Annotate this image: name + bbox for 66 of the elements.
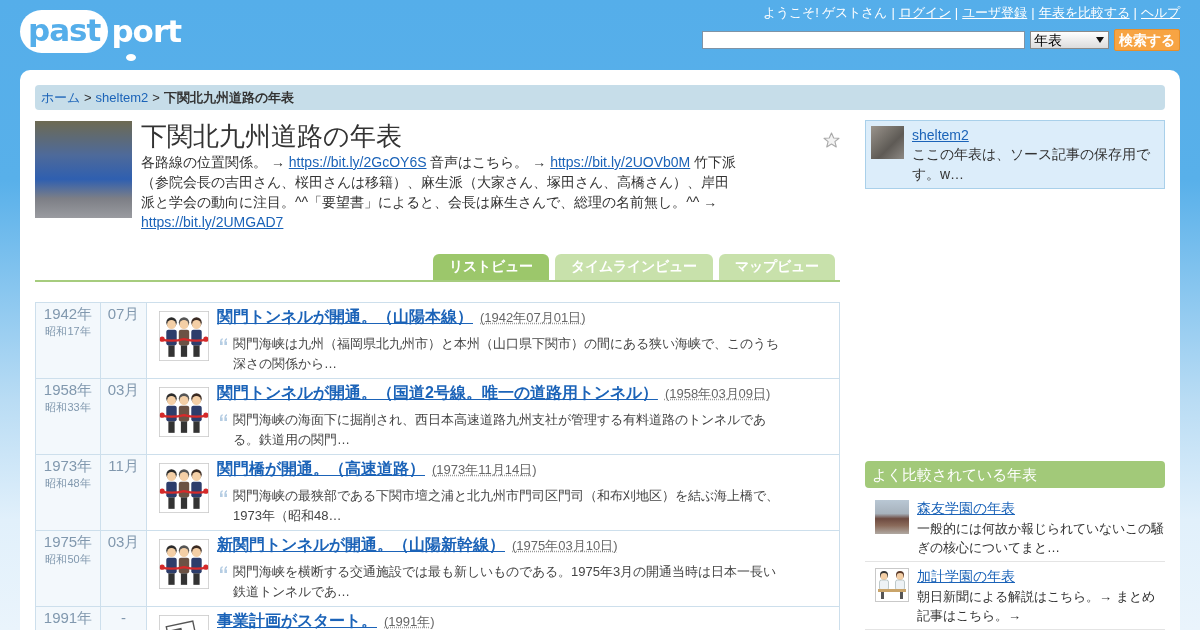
welcome-text: ようこそ! ゲストさん [763, 5, 888, 20]
event-date: (1975年03月10日) [512, 538, 618, 553]
event-excerpt: 関門海峡を横断する交通施設では最も新しいものである。1975年3月の開通当時は日本一長い鉄道トンネルであ… [233, 563, 778, 601]
section-heading: よく比較されている年表 [865, 461, 1165, 488]
quote-icon [219, 414, 228, 421]
nav-separator: | [1031, 5, 1035, 20]
event-title-link[interactable]: 新関門トンネルが開通。（山陽新幹線） [217, 536, 505, 553]
cloud-dot-icon [126, 54, 136, 61]
month-cell: 07月 [100, 302, 147, 379]
event-date: (1958年03月09日) [664, 386, 771, 401]
caret-icon [1096, 37, 1104, 43]
year-text: 1958年 [42, 381, 94, 399]
breadcrumb-link[interactable]: sheltem2 [95, 90, 149, 105]
author-link[interactable]: sheltem2 [912, 126, 969, 144]
month-cell: 03月 [100, 530, 147, 607]
compared-timeline-link[interactable]: 加計学園の年表 [917, 567, 1015, 585]
photo-placeholder [871, 126, 904, 159]
ribbon-cutting-icon [159, 463, 209, 513]
two-people-icon [875, 568, 909, 602]
breadcrumb-link[interactable]: ホーム [41, 88, 80, 107]
breadcrumb-current: 下関北九州道路の年表 [163, 88, 294, 107]
nav-separator: | [954, 5, 959, 20]
era-text: 昭和48年 [44, 476, 92, 490]
breadcrumb-separator: > [84, 90, 92, 105]
event-title-link[interactable]: 関門トンネルが開通。（国道2号線。唯一の道路用トンネル） [217, 384, 658, 401]
timeline-description: 各路線の位置関係。 → https://bit.ly/2GcOY6S 音声はこちら。 → https://bit.ly/2UOVb0M 竹下派（参院会長の吉田さん、桜田さんは移籍）、麻生派（大家さん、塚田さん、高橋さん）、岸田派と学会の動向に注目。^^「要望書」によると、会長は麻生さんで、総理の名前無し。^^ → https://bit.ly/2UMGAD7 [141, 153, 738, 232]
era-text: 昭和50年 [44, 552, 92, 566]
event-title-link[interactable]: 事業計画がスタート。 [217, 612, 377, 629]
description-link[interactable]: https://bit.ly/2UMGAD7 [141, 214, 284, 230]
era-text: 昭和17年 [44, 324, 92, 338]
author-bio: ここの年表は、ソース記事の保存用です。w… [912, 145, 1151, 184]
ribbon-cutting-icon [159, 539, 209, 589]
quote-icon [219, 566, 228, 573]
compared-timeline-link[interactable]: 森友学園の年表 [917, 499, 1015, 517]
compared-summary: 一般的には何故か報じられていないこの騒ぎの核心についてまと… [917, 520, 1165, 557]
dropdown-value: 年表 [1034, 32, 1062, 48]
era-text: 昭和33年 [44, 400, 92, 414]
year-text: 1942年 [42, 305, 94, 323]
ribbon-cutting-icon [159, 311, 209, 361]
event-title-link[interactable]: 関門橋が開通。（高速道路） [217, 460, 425, 477]
quote-icon [219, 490, 228, 497]
event-excerpt: 関門海峡の最狭部である下関市壇之浦と北九州市門司区門司（和布刈地区）を結ぶ海上橋で、1973年（昭和48… [233, 487, 780, 525]
breadcrumb-separator: > [152, 90, 160, 105]
event-title-link[interactable]: 関門トンネルが開通。（山陽本線） [217, 308, 473, 325]
year-text: 1975年 [42, 533, 94, 551]
event-date: (1991年) [384, 614, 435, 629]
ribbon-cutting-icon [159, 387, 209, 437]
event-excerpt: 関門海峡は九州（福岡県北九州市）と本州（山口県下関市）の間にある狭い海峡で、このうち深さの関係から… [233, 335, 780, 373]
nav-separator: | [891, 5, 895, 20]
search-field[interactable] [702, 31, 1025, 49]
photo-placeholder [875, 500, 909, 534]
nav-separator: | [1133, 5, 1137, 20]
compared-summary: 朝日新聞による解説はこちら。→ まとめ記事はこちら。→ [917, 588, 1156, 625]
quote-icon [219, 338, 228, 345]
timeline-title: 下関北九州道路の年表 [141, 120, 403, 152]
description-link[interactable]: https://bit.ly/2GcOY6S [288, 154, 427, 170]
event-excerpt: 関門海峡の海面下に掘削され、西日本高速道路九州支社が管理する有料道路のトンネルである。鉄道用の関門… [233, 411, 767, 449]
year-text: 1991年 [42, 609, 94, 627]
month-cell: 11月 [100, 454, 147, 531]
event-date: (1973年11月14日) [432, 462, 537, 477]
month-cell: 03月 [100, 378, 147, 455]
event-date: (1942年07月01日) [480, 310, 586, 325]
star-icon[interactable] [823, 132, 840, 149]
description-link[interactable]: https://bit.ly/2UOVb0M [550, 154, 691, 170]
year-text: 1973年 [42, 457, 94, 475]
scope-dropdown[interactable]: 年表 [1030, 31, 1109, 49]
